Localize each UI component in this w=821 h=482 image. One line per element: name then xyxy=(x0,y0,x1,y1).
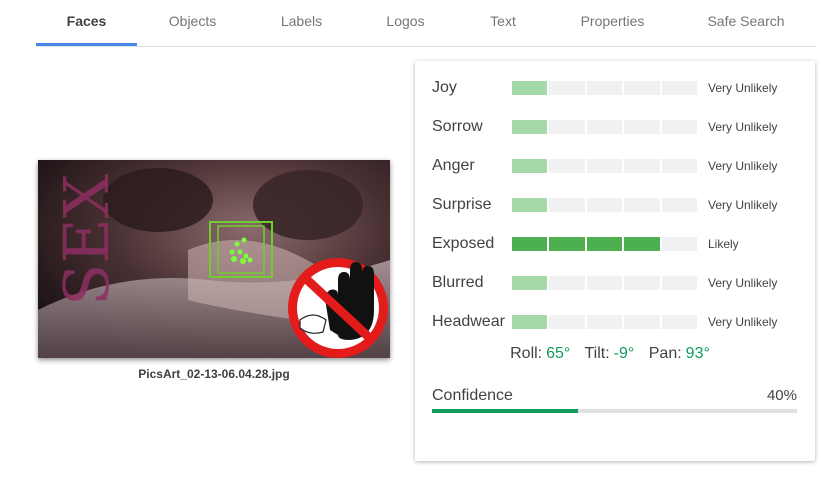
likelihood-value: Very Unlikely xyxy=(708,276,778,290)
tilt-label: Tilt: xyxy=(584,345,610,362)
likelihood-segment xyxy=(512,81,548,95)
tab-bar: Faces Objects Labels Logos Text Properti… xyxy=(36,0,816,47)
tilt-value: -9° xyxy=(613,345,635,362)
likelihood-segment xyxy=(586,237,623,251)
likelihood-segment xyxy=(624,198,660,212)
tab-text[interactable]: Text xyxy=(458,0,548,45)
attribute-row-surprise: Surprise Very Unlikely xyxy=(415,195,815,215)
likelihood-bar xyxy=(512,276,698,290)
likelihood-value: Very Unlikely xyxy=(708,81,778,95)
likelihood-bar xyxy=(512,120,698,134)
likelihood-value: Likely xyxy=(708,237,739,251)
attribute-row-sorrow: Sorrow Very Unlikely xyxy=(415,117,815,137)
likelihood-segment xyxy=(586,81,623,95)
likelihood-segment xyxy=(512,237,548,251)
likelihood-segment xyxy=(624,237,660,251)
likelihood-segment xyxy=(586,198,623,212)
attribute-label: Blurred xyxy=(432,274,484,291)
likelihood-segment xyxy=(549,237,585,251)
likelihood-segment xyxy=(661,159,698,173)
likelihood-segment xyxy=(549,120,585,134)
tab-labels[interactable]: Labels xyxy=(253,0,350,45)
likelihood-segment xyxy=(549,315,585,329)
likelihood-segment xyxy=(661,120,698,134)
likelihood-segment xyxy=(624,159,660,173)
pan-label: Pan: xyxy=(648,345,682,362)
tab-properties[interactable]: Properties xyxy=(561,0,664,45)
tab-objects[interactable]: Objects xyxy=(144,0,241,45)
likelihood-segment xyxy=(586,120,623,134)
roll-value: 65° xyxy=(546,345,571,362)
likelihood-bar xyxy=(512,237,698,251)
face-angles: Roll: 65° Tilt: -9° Pan: 93° xyxy=(415,345,815,363)
likelihood-segment xyxy=(624,276,660,290)
attribute-row-anger: Anger Very Unlikely xyxy=(415,156,815,176)
overlay-text: SEX xyxy=(50,174,123,306)
pan-value: 93° xyxy=(685,345,710,362)
likelihood-segment xyxy=(586,276,623,290)
confidence-value: 40% xyxy=(766,387,797,404)
image-filename: PicsArt_02-13-06.04.28.jpg xyxy=(138,367,290,381)
likelihood-segment xyxy=(549,198,585,212)
photo-hair xyxy=(253,170,363,240)
confidence-bar-fill xyxy=(432,409,578,413)
attribute-label: Sorrow xyxy=(432,118,483,135)
likelihood-segment xyxy=(624,315,660,329)
likelihood-segment xyxy=(512,159,548,173)
tab-safe-search[interactable]: Safe Search xyxy=(696,0,796,45)
attribute-label: Anger xyxy=(432,157,475,174)
likelihood-segment xyxy=(661,315,698,329)
likelihood-segment xyxy=(512,120,548,134)
attribute-row-exposed: Exposed Likely xyxy=(415,234,815,254)
attribute-row-joy: Joy Very Unlikely xyxy=(415,78,815,98)
likelihood-segment xyxy=(624,120,660,134)
likelihood-segment xyxy=(661,198,698,212)
stop-hand-icon xyxy=(288,258,388,358)
tab-faces[interactable]: Faces xyxy=(36,0,137,46)
likelihood-segment xyxy=(624,81,660,95)
likelihood-bar xyxy=(512,198,698,212)
image-preview: SEX xyxy=(38,160,390,358)
attribute-label: Joy xyxy=(432,79,457,96)
likelihood-bar xyxy=(512,159,698,173)
likelihood-value: Very Unlikely xyxy=(708,120,778,134)
likelihood-value: Very Unlikely xyxy=(708,198,778,212)
likelihood-segment xyxy=(661,81,698,95)
likelihood-segment xyxy=(661,237,698,251)
likelihood-segment xyxy=(586,315,623,329)
likelihood-value: Very Unlikely xyxy=(708,315,778,329)
likelihood-segment xyxy=(512,315,548,329)
face-attributes-card: Joy Very Unlikely Sorrow Very Unlikely Anger… xyxy=(415,61,815,461)
attribute-row-blurred: Blurred Very Unlikely xyxy=(415,273,815,293)
attribute-row-headwear: Headwear Very Unlikely xyxy=(415,312,815,332)
likelihood-segment xyxy=(549,159,585,173)
likelihood-segment xyxy=(549,81,585,95)
likelihood-bar xyxy=(512,315,698,329)
confidence-bar xyxy=(432,409,797,413)
likelihood-segment xyxy=(512,276,548,290)
likelihood-bar xyxy=(512,81,698,95)
tab-logos[interactable]: Logos xyxy=(358,0,453,45)
likelihood-segment xyxy=(586,159,623,173)
likelihood-value: Very Unlikely xyxy=(708,159,778,173)
likelihood-segment xyxy=(512,198,548,212)
attribute-label: Exposed xyxy=(432,235,495,252)
likelihood-segment xyxy=(549,276,585,290)
roll-label: Roll: xyxy=(510,345,543,362)
attribute-label: Surprise xyxy=(432,196,492,213)
attribute-label: Headwear xyxy=(432,313,505,330)
confidence-label: Confidence xyxy=(432,387,513,404)
likelihood-segment xyxy=(661,276,698,290)
